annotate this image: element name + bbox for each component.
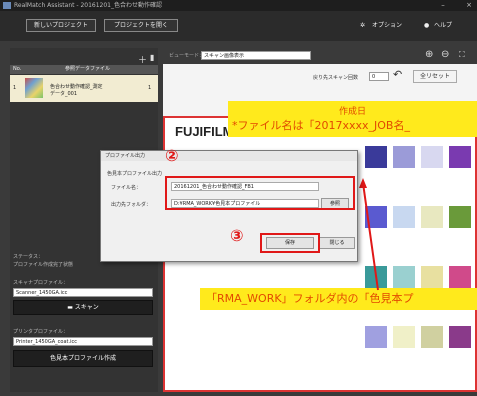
close-dialog-button[interactable]: 閉じる [319, 237, 355, 249]
marker-two: ② [165, 146, 179, 165]
folder-label: 出力先フォルダ： [111, 202, 152, 208]
dialog-group-label: 色見本プロファイル出力 [107, 171, 163, 177]
marker-three: ③ [230, 226, 244, 245]
dialog-title: プロファイル出力 [101, 151, 357, 161]
highlight-save [260, 233, 320, 253]
filename-label: ファイル名： [111, 185, 142, 191]
highlight-fields [165, 176, 355, 210]
